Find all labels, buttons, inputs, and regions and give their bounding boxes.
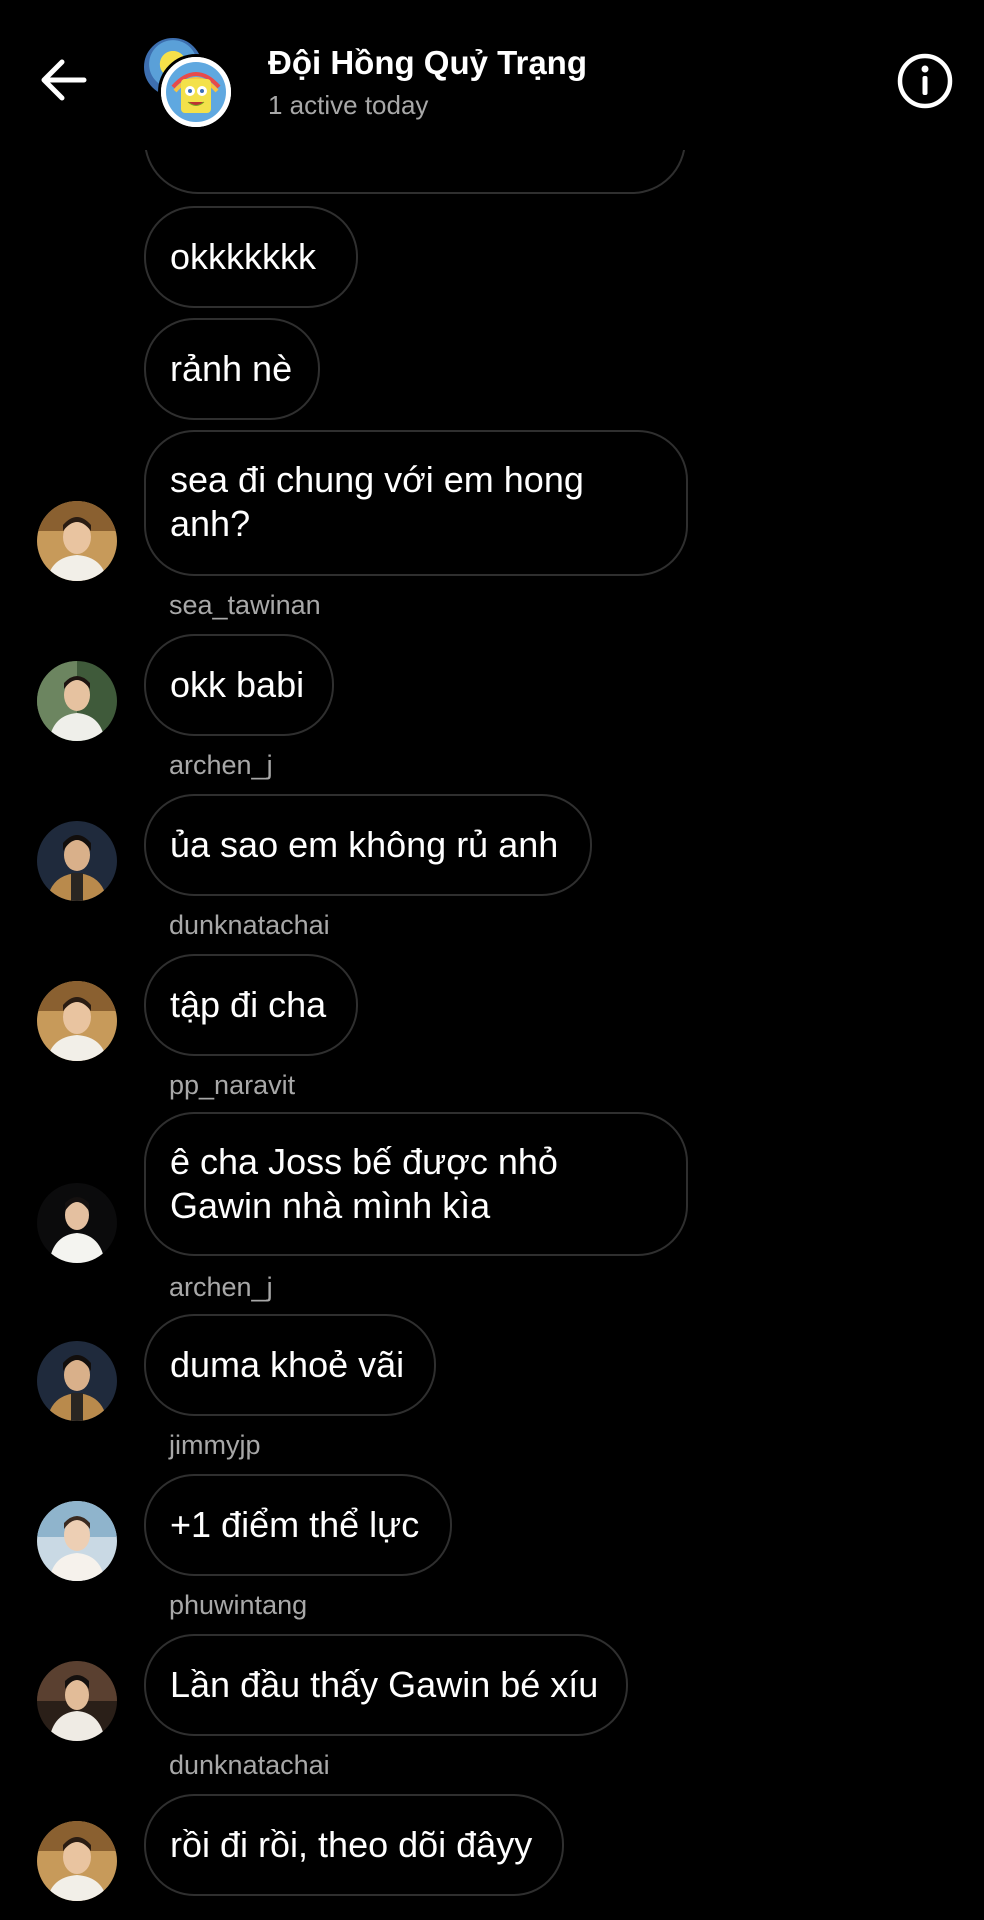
sender-name: sea_tawinan [169,590,321,620]
avatar[interactable] [37,1821,117,1901]
avatar[interactable] [37,981,117,1061]
message-bubble[interactable]: okk babi [144,634,334,736]
arrow-left-icon [41,59,87,101]
info-button[interactable] [896,52,954,110]
avatar[interactable] [37,501,117,581]
message-text: sea đi chung với em hong anh? [170,459,584,544]
sender-name: dunknatachai [169,910,330,940]
back-button[interactable] [34,50,94,110]
message-text: okk babi [170,664,305,705]
message-text: +1 điểm thể lực [170,1504,420,1545]
sender-name: phuwintang [169,1590,308,1620]
avatar[interactable] [37,661,117,741]
message-bubble[interactable]: sea đi chung với em hong anh? [144,430,688,576]
message-text: ê cha Joss bế được nhỏ Gawin nhà mình kì… [170,1141,558,1226]
message-text: ủa sao em không rủ anh [170,824,559,865]
active-status: 1 active today [268,90,429,120]
message-text: duma khoẻ vãi [170,1344,405,1385]
info-circle-icon [897,53,953,109]
avatar[interactable] [37,1661,117,1741]
group-avatar-front [158,54,234,130]
message-text: Lần đầu thấy Gawin bé xíu [170,1664,599,1705]
message-text: tập đi cha [170,984,327,1025]
message-bubble[interactable]: tập đi cha [144,954,358,1056]
avatar[interactable] [37,821,117,901]
chat-title: Đội Hồng Quỷ Trạng [268,44,587,81]
message-bubble[interactable]: rồi đi rồi, theo dõi đâyy [144,1794,564,1896]
message-bubble[interactable]: okkkkkkk [144,206,358,308]
avatar[interactable] [37,1501,117,1581]
avatar[interactable] [37,1341,117,1421]
group-avatar[interactable] [142,36,234,130]
message-bubble[interactable]: ủa sao em không rủ anh [144,794,592,896]
message-bubble[interactable]: +1 điểm thể lực [144,1474,452,1576]
message-bubble[interactable]: ê cha Joss bế được nhỏ Gawin nhà mình kì… [144,1112,688,1256]
sender-name: archen_j [169,1272,273,1302]
message-text: rồi đi rồi, theo dõi đâyy [170,1824,533,1865]
message-text: okkkkkkk [170,236,317,277]
sender-name: dunknatachai [169,1750,330,1780]
message-text: rảnh nè [170,348,293,389]
message-bubble[interactable]: rảnh nè [144,318,320,420]
message-bubble[interactable]: duma khoẻ vãi [144,1314,436,1416]
avatar[interactable] [37,1183,117,1263]
sender-name: archen_j [169,750,273,780]
chat-header: Đội Hồng Quỷ Trạng 1 active today [0,0,984,150]
sender-name: jimmyjp [169,1430,261,1460]
sender-name: pp_naravit [169,1070,296,1100]
message-bubble[interactable]: Lần đầu thấy Gawin bé xíu [144,1634,628,1736]
